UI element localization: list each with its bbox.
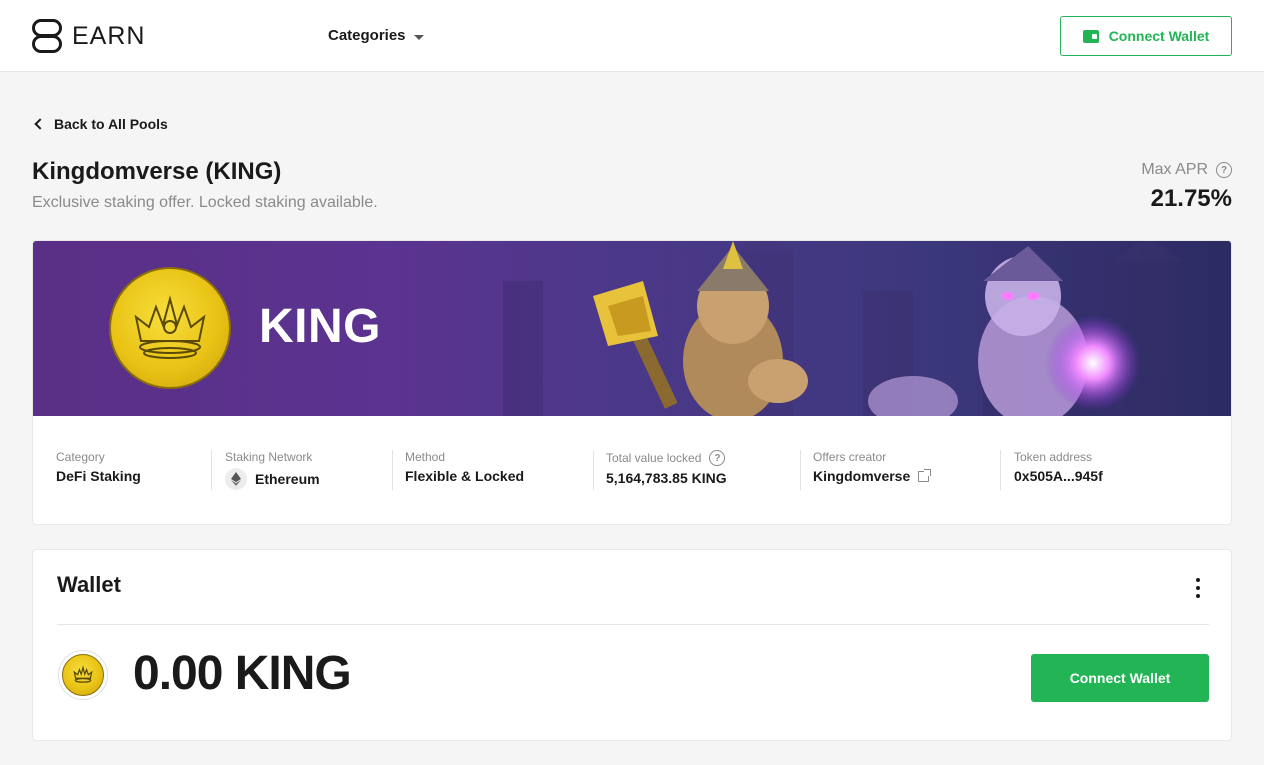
page-title: Kingdomverse (KING) xyxy=(32,158,282,185)
earn-logo-icon xyxy=(32,19,62,53)
token-value[interactable]: 0x505A...945f xyxy=(1014,468,1103,484)
info-category: Category DeFi Staking xyxy=(56,450,141,484)
tvl-label-text: Total value locked xyxy=(606,451,702,465)
pool-banner: KING xyxy=(33,241,1231,416)
info-divider xyxy=(1000,450,1001,490)
network-label: Staking Network xyxy=(225,450,313,464)
earn-logo[interactable]: EARN xyxy=(32,19,145,53)
tvl-value: 5,164,783.85 KING xyxy=(606,470,727,486)
creator-label: Offers creator xyxy=(813,450,887,464)
header-connect-wallet-label: Connect Wallet xyxy=(1108,28,1210,44)
categories-label: Categories xyxy=(328,27,406,44)
wallet-balance: 0.00 KING xyxy=(133,647,352,700)
method-label: Method xyxy=(405,450,446,464)
page-subtitle: Exclusive staking offer. Locked staking … xyxy=(32,194,378,211)
ethereum-icon xyxy=(225,468,247,490)
category-value: DeFi Staking xyxy=(56,468,141,484)
creator-link[interactable]: Kingdomverse xyxy=(813,468,932,484)
info-divider xyxy=(211,450,212,490)
wallet-card: Wallet 0.00 KING Connect Wallet xyxy=(32,549,1232,741)
help-icon[interactable]: ? xyxy=(709,450,726,466)
banner-ticker: KING xyxy=(259,300,381,353)
max-apr-label-text: Max APR xyxy=(1141,161,1208,178)
back-to-pools-link[interactable]: Back to All Pools xyxy=(32,116,168,132)
wallet-title: Wallet xyxy=(57,572,121,597)
info-token: Token address 0x505A...945f xyxy=(1014,450,1103,484)
method-value: Flexible & Locked xyxy=(405,468,525,484)
crown-icon xyxy=(73,665,93,683)
info-creator: Offers creator Kingdomverse xyxy=(813,450,932,484)
more-options-icon[interactable] xyxy=(1195,578,1201,598)
top-header: EARN Categories Connect Wallet xyxy=(0,0,1264,72)
main-content: Back to All Pools Kingdomverse (KING) Ex… xyxy=(0,72,1264,765)
max-apr-label: Max APR ? xyxy=(1141,161,1232,179)
wallet-divider xyxy=(57,624,1209,625)
header-connect-wallet-button[interactable]: Connect Wallet xyxy=(1060,16,1232,56)
pool-info-row: Category DeFi Staking Staking Network Et… xyxy=(33,416,1231,524)
info-method: Method Flexible & Locked xyxy=(405,450,524,484)
back-label: Back to All Pools xyxy=(54,116,168,132)
info-divider xyxy=(392,450,393,490)
king-coin-logo xyxy=(109,267,231,389)
creator-value: Kingdomverse xyxy=(813,468,911,484)
network-value: Ethereum xyxy=(225,468,320,490)
king-coin-icon xyxy=(58,650,108,700)
info-divider xyxy=(800,450,801,490)
help-icon[interactable]: ? xyxy=(1216,162,1232,178)
max-apr-value: 21.75% xyxy=(1150,185,1232,212)
chevron-left-icon xyxy=(34,118,46,130)
pool-card: KING Category DeFi Staking Staking Netwo… xyxy=(32,240,1232,525)
external-link-icon xyxy=(918,468,932,482)
caret-down-icon xyxy=(413,34,424,40)
tvl-label: Total value locked ? xyxy=(606,450,727,466)
logo-text: EARN xyxy=(72,21,146,50)
info-tvl: Total value locked ? 5,164,783.85 KING xyxy=(606,450,727,486)
network-value-text: Ethereum xyxy=(255,471,320,487)
crown-icon xyxy=(134,295,206,359)
connect-wallet-button[interactable]: Connect Wallet xyxy=(1031,654,1209,702)
token-label: Token address xyxy=(1014,450,1093,464)
info-divider xyxy=(593,450,594,490)
categories-dropdown[interactable]: Categories xyxy=(328,27,424,44)
wallet-icon xyxy=(1082,29,1099,43)
info-network: Staking Network Ethereum xyxy=(225,450,320,490)
category-label: Category xyxy=(56,450,105,464)
